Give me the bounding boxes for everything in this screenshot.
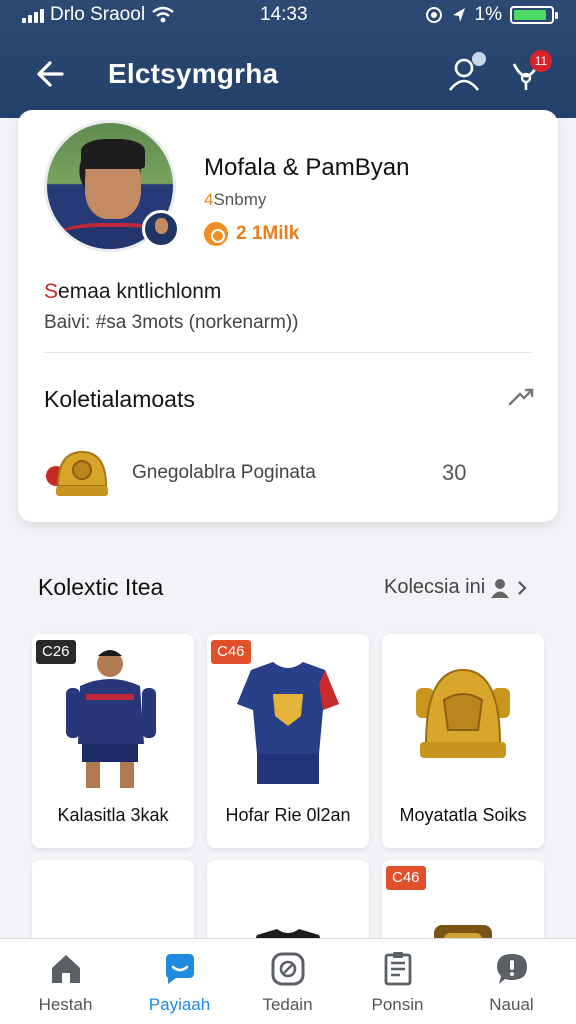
item-tag: C26 bbox=[36, 640, 76, 664]
collection-card[interactable]: C26 Kalasitla 3kak bbox=[32, 634, 194, 848]
red-helmet-image bbox=[81, 938, 151, 950]
app-header: Drlo Sraool 14:33 1% Elctsymgrha bbox=[0, 0, 576, 118]
document-icon bbox=[384, 952, 412, 986]
battery-percent: 1% bbox=[474, 4, 502, 25]
team-badge-avatar bbox=[142, 210, 180, 248]
collection-card[interactable]: C46 bbox=[382, 860, 544, 950]
back-arrow-icon[interactable] bbox=[32, 56, 68, 92]
carrier-name: Drlo Sraool bbox=[50, 4, 146, 25]
nav-chat[interactable]: Payiaah bbox=[122, 939, 237, 1024]
status-dot bbox=[472, 52, 486, 66]
view-collection-link[interactable]: Kolecsia ini bbox=[384, 576, 529, 599]
battery-icon bbox=[510, 6, 558, 24]
item-label: Moyatatla Soiks bbox=[399, 805, 527, 825]
item-tag: C46 bbox=[211, 640, 251, 664]
clock: 14:33 bbox=[260, 4, 308, 25]
profile-subtitle: 4Snbmy bbox=[204, 190, 267, 209]
collection-card[interactable]: C46 Hofar Rie 0l2an bbox=[207, 634, 369, 848]
black-jersey-image bbox=[251, 929, 325, 950]
collection-item-label[interactable]: Gnegolablra Poginata bbox=[132, 462, 316, 484]
coin-amount: 2 1Milk bbox=[236, 223, 300, 244]
profile-card: Mofala & PamByan 4Snbmy 2 1Milk Semaa kn… bbox=[18, 110, 558, 522]
bio-title: Semaa kntlichlonm bbox=[44, 280, 222, 303]
nav-ball[interactable]: Tedain bbox=[230, 939, 345, 1024]
coin-balance: 2 1Milk bbox=[204, 222, 299, 246]
helmet-icon bbox=[46, 450, 108, 496]
collection-card[interactable] bbox=[207, 860, 369, 950]
status-bar: Drlo Sraool 14:33 1% bbox=[0, 0, 576, 30]
nav-document[interactable]: Ponsin bbox=[340, 939, 455, 1024]
collection-card[interactable]: Moyatatla Soiks bbox=[382, 634, 544, 848]
nav-home[interactable]: Hestah bbox=[8, 939, 123, 1024]
coin-icon bbox=[204, 222, 228, 246]
item-tag: C46 bbox=[386, 866, 426, 890]
user-icon bbox=[491, 578, 510, 598]
ball-icon bbox=[271, 952, 305, 986]
home-icon bbox=[52, 955, 80, 983]
message-icon bbox=[497, 954, 527, 984]
nav-message[interactable]: Naual bbox=[454, 939, 569, 1024]
item-label: Hofar Rie 0l2an bbox=[225, 805, 351, 825]
profile-name: Mofala & PamByan bbox=[204, 154, 410, 181]
wifi-icon bbox=[152, 6, 174, 23]
collection-card[interactable] bbox=[32, 860, 194, 950]
navigation-icon bbox=[452, 8, 465, 22]
signal-icon bbox=[22, 7, 44, 23]
notification-badge: 11 bbox=[530, 50, 552, 72]
collection-title: Koletialamoats bbox=[44, 386, 195, 412]
chat-icon bbox=[166, 954, 194, 984]
divider bbox=[44, 352, 532, 353]
chevron-right-icon bbox=[518, 580, 527, 595]
share-icon[interactable] bbox=[506, 382, 536, 412]
location-icon bbox=[425, 7, 442, 23]
collection-item-count: 30 bbox=[442, 460, 467, 485]
item-label: Kalasitla 3kak bbox=[57, 805, 169, 825]
page-title: Elctsymgrha bbox=[108, 58, 279, 89]
section-title: Kolextic Itea bbox=[38, 574, 164, 600]
golden-helmet-image bbox=[416, 668, 510, 758]
bio-subtitle: Baivi: #sa 3mots (norkenarm)) bbox=[44, 312, 299, 333]
bottom-navigation: Hestah Payiaah Tedain Ponsin Naual bbox=[0, 938, 576, 1024]
